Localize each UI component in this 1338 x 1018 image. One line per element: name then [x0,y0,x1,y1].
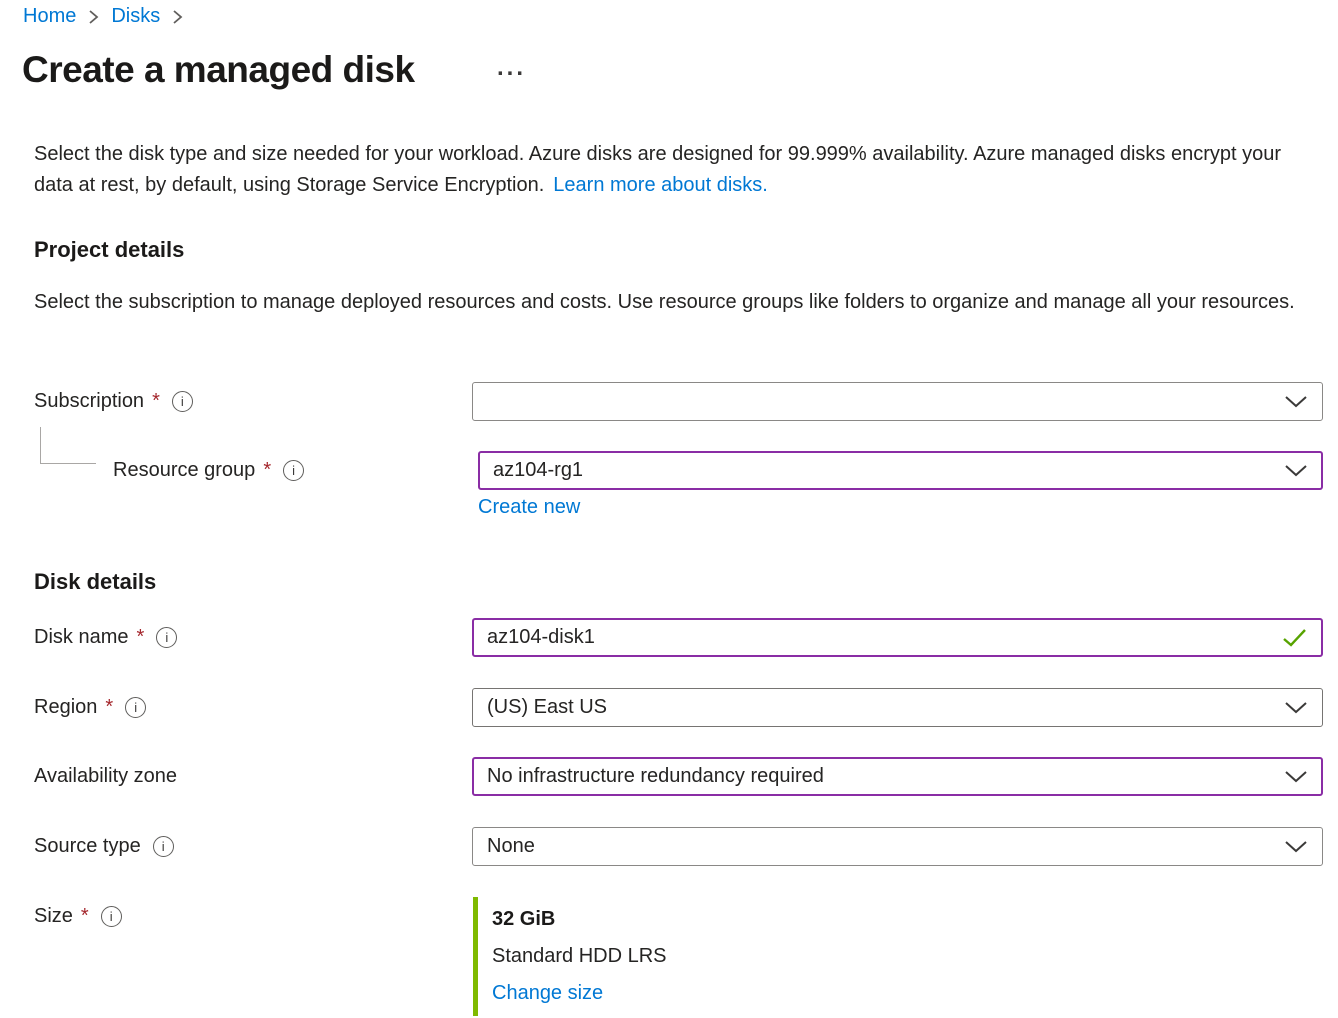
size-value: 32 GiB [492,905,1323,933]
resource-group-row: Resource group * i az104-rg1 [34,451,1323,490]
project-details-heading: Project details [34,237,184,263]
availability-zone-control-cell: No infrastructure redundancy required [472,757,1323,796]
page-title: Create a managed disk [22,49,415,91]
disk-name-label-cell: Disk name * i [34,618,472,649]
availability-zone-dropdown[interactable]: No infrastructure redundancy required [472,757,1323,796]
disk-name-value: az104-disk1 [487,626,595,649]
create-new-link[interactable]: Create new [478,496,580,519]
source-type-label-cell: Source type i [34,827,472,858]
subscription-row: Subscription * i [34,382,1323,421]
region-row: Region * i (US) East US [34,688,1323,727]
disk-name-row: Disk name * i az104-disk1 [34,618,1323,657]
required-marker: * [81,905,89,928]
subscription-label-cell: Subscription * i [34,382,472,413]
intro-text: Select the disk type and size needed for… [34,139,1318,201]
resource-group-value: az104-rg1 [493,459,583,482]
valid-checkmark-icon [1282,628,1308,648]
source-type-dropdown[interactable]: None [472,827,1323,866]
info-icon[interactable]: i [172,391,193,412]
learn-more-link[interactable]: Learn more about disks. [553,174,768,196]
subscription-dropdown[interactable] [472,382,1323,421]
subscription-control-cell [472,382,1323,421]
chevron-down-icon [1284,770,1308,784]
breadcrumb-home-link[interactable]: Home [23,3,76,29]
chevron-down-icon [1284,395,1308,409]
create-managed-disk-page: Home Disks Create a managed disk ... Sel… [0,0,1338,1018]
disk-details-heading: Disk details [34,569,156,595]
size-summary-block: 32 GiB Standard HDD LRS Change size [473,897,1323,1016]
region-value: (US) East US [487,696,607,719]
chevron-right-icon [88,8,99,26]
disk-name-control-cell: az104-disk1 [472,618,1323,657]
region-label: Region [34,696,97,719]
chevron-down-icon [1284,840,1308,854]
resource-group-label: Resource group [113,459,255,482]
source-type-row: Source type i None [34,827,1323,866]
region-label-cell: Region * i [34,688,472,719]
availability-zone-label-cell: Availability zone [34,757,472,788]
region-dropdown[interactable]: (US) East US [472,688,1323,727]
region-control-cell: (US) East US [472,688,1323,727]
chevron-right-icon [172,8,183,26]
availability-zone-row: Availability zone No infrastructure redu… [34,757,1323,796]
availability-zone-value: No infrastructure redundancy required [487,765,824,788]
chevron-down-icon [1284,701,1308,715]
info-icon[interactable]: i [156,627,177,648]
breadcrumb-disks-link[interactable]: Disks [111,3,160,29]
chevron-down-icon [1284,464,1308,478]
resource-group-control-cell: az104-rg1 [478,451,1323,490]
size-label: Size [34,905,73,928]
size-control-cell: 32 GiB Standard HDD LRS Change size [472,897,1323,1016]
disk-name-input[interactable]: az104-disk1 [472,618,1323,657]
project-details-description: Select the subscription to manage deploy… [34,287,1302,318]
size-sku: Standard HDD LRS [492,942,1323,970]
subscription-label: Subscription [34,390,144,413]
source-type-value: None [487,835,535,858]
required-marker: * [105,696,113,719]
resource-group-dropdown[interactable]: az104-rg1 [478,451,1323,490]
info-icon[interactable]: i [283,460,304,481]
source-type-control-cell: None [472,827,1323,866]
source-type-label: Source type [34,835,141,858]
more-options-button[interactable]: ... [497,56,526,80]
required-marker: * [152,390,160,413]
breadcrumb: Home Disks [23,3,183,29]
size-label-cell: Size * i [34,897,472,928]
size-row: Size * i 32 GiB Standard HDD LRS Change … [34,897,1323,1016]
disk-name-label: Disk name [34,626,128,649]
info-icon[interactable]: i [101,906,122,927]
info-icon[interactable]: i [153,836,174,857]
required-marker: * [136,626,144,649]
info-icon[interactable]: i [125,697,146,718]
availability-zone-label: Availability zone [34,765,177,788]
change-size-link[interactable]: Change size [492,982,603,1004]
resource-group-label-cell: Resource group * i [34,451,472,482]
required-marker: * [263,459,271,482]
